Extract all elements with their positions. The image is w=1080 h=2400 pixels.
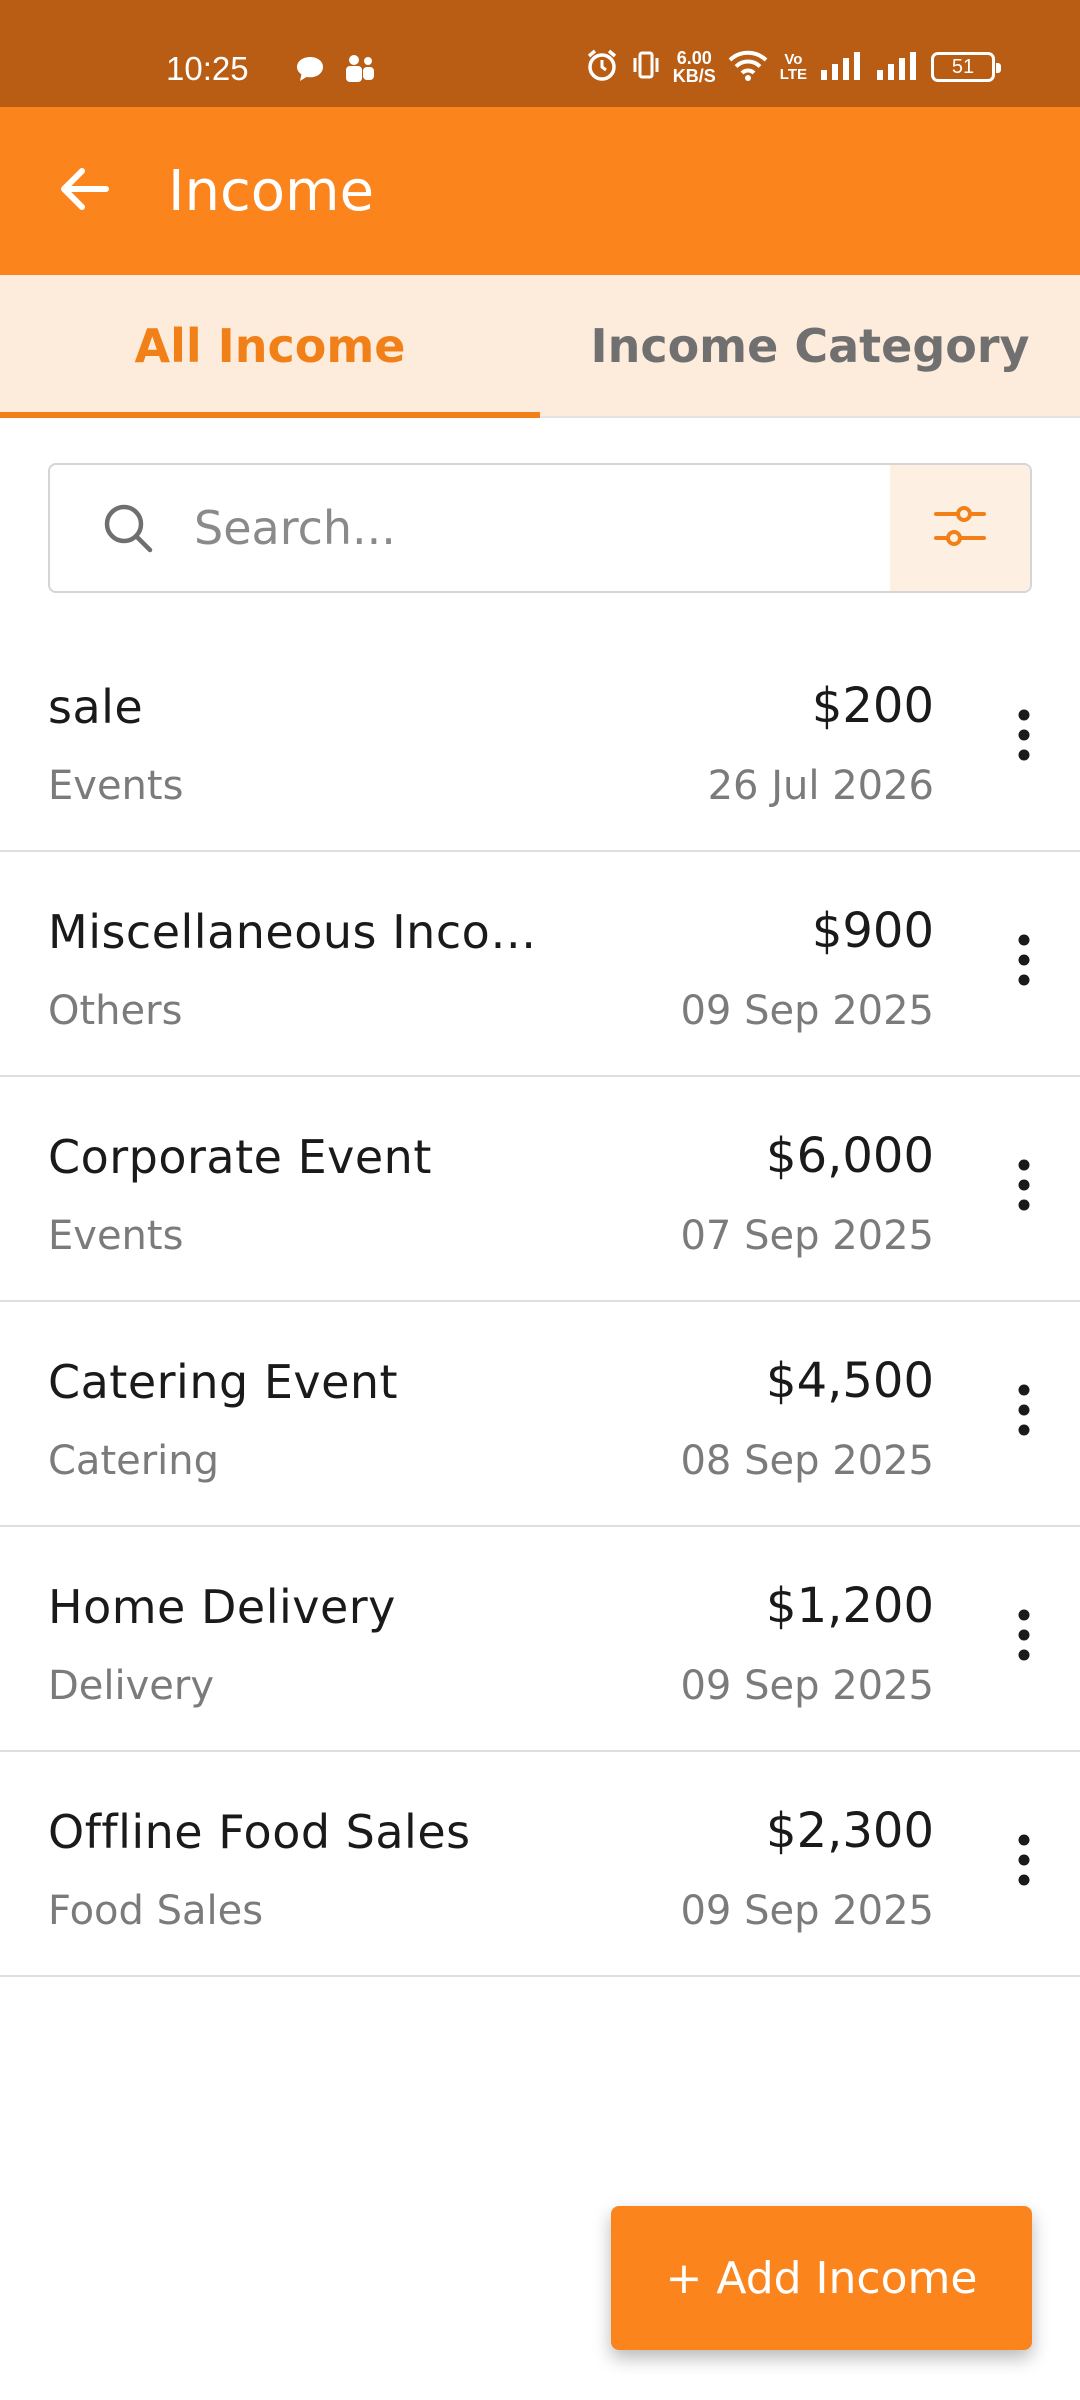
more-options-button[interactable]: [994, 922, 1054, 1002]
filter-button[interactable]: [890, 465, 1030, 591]
more-options-button[interactable]: [994, 1147, 1054, 1227]
chat-bubble-icon: [295, 55, 325, 87]
teams-icon: [343, 54, 377, 88]
tab-all-income[interactable]: All Income: [0, 275, 540, 418]
vibrate-icon: [631, 49, 661, 85]
status-bar: 10:25 6.00 KB/S Vo LTE 51: [0, 0, 1080, 107]
filter-sliders-icon: [932, 500, 988, 556]
signal-icon-sim1: [819, 50, 863, 84]
back-button[interactable]: [44, 151, 124, 231]
income-amount: $6,000: [766, 1128, 934, 1184]
income-category: Catering: [48, 1438, 220, 1484]
income-amount: $1,200: [766, 1578, 934, 1634]
income-list: sale Events $200 26 Jul 2026 Miscellaneo…: [0, 627, 1080, 1977]
income-row[interactable]: Miscellaneous Inco… Others $900 09 Sep 2…: [0, 852, 1080, 1077]
more-options-button[interactable]: [994, 1372, 1054, 1452]
search-bar: [48, 463, 1032, 593]
income-row[interactable]: Catering Event Catering $4,500 08 Sep 20…: [0, 1302, 1080, 1527]
income-name: Home Delivery: [48, 1580, 396, 1634]
income-name: sale: [48, 680, 144, 734]
income-category: Events: [48, 1213, 184, 1259]
arrow-left-icon: [56, 165, 112, 217]
income-category: Others: [48, 988, 183, 1034]
battery-icon: 51: [931, 52, 1001, 82]
volte-indicator: Vo LTE: [779, 51, 807, 83]
income-date: 09 Sep 2025: [680, 988, 934, 1034]
search-input[interactable]: [168, 501, 890, 555]
more-vertical-icon: [1016, 934, 1032, 990]
income-name: Offline Food Sales: [48, 1805, 471, 1859]
page-title: Income: [168, 158, 375, 224]
income-amount: $200: [811, 678, 934, 734]
income-row[interactable]: sale Events $200 26 Jul 2026: [0, 627, 1080, 852]
income-row[interactable]: Home Delivery Delivery $1,200 09 Sep 202…: [0, 1527, 1080, 1752]
income-name: Corporate Event: [48, 1130, 432, 1184]
more-vertical-icon: [1016, 1609, 1032, 1665]
more-options-button[interactable]: [994, 697, 1054, 777]
alarm-icon: [585, 48, 619, 86]
tab-income-category[interactable]: Income Category: [540, 275, 1080, 416]
tab-bar: All Income Income Category: [0, 275, 1080, 418]
income-amount: $4,500: [766, 1353, 934, 1409]
app-bar: Income: [0, 107, 1080, 275]
add-income-button[interactable]: + Add Income: [611, 2206, 1032, 2350]
income-row[interactable]: Offline Food Sales Food Sales $2,300 09 …: [0, 1752, 1080, 1977]
more-vertical-icon: [1016, 1384, 1032, 1440]
income-date: 08 Sep 2025: [680, 1438, 934, 1484]
income-amount: $900: [811, 903, 934, 959]
income-name: Catering Event: [48, 1355, 399, 1409]
income-amount: $2,300: [766, 1803, 934, 1859]
more-vertical-icon: [1016, 1159, 1032, 1215]
battery-level: 51: [951, 55, 975, 78]
search-icon: [88, 500, 168, 556]
wifi-icon: [728, 49, 768, 85]
income-category: Delivery: [48, 1663, 215, 1709]
net-speed: 6.00 KB/S: [672, 48, 716, 86]
income-category: Food Sales: [48, 1888, 264, 1934]
income-category: Events: [48, 763, 184, 809]
more-options-button[interactable]: [994, 1597, 1054, 1677]
income-date: 26 Jul 2026: [707, 763, 934, 809]
more-options-button[interactable]: [994, 1822, 1054, 1902]
more-vertical-icon: [1016, 1834, 1032, 1890]
more-vertical-icon: [1016, 709, 1032, 765]
income-date: 07 Sep 2025: [680, 1213, 934, 1259]
income-row[interactable]: Corporate Event Events $6,000 07 Sep 202…: [0, 1077, 1080, 1302]
income-name: Miscellaneous Inco…: [48, 905, 537, 959]
status-time: 10:25: [166, 50, 249, 87]
income-date: 09 Sep 2025: [680, 1663, 934, 1709]
income-date: 09 Sep 2025: [680, 1888, 934, 1934]
signal-icon-sim2: [875, 50, 919, 84]
